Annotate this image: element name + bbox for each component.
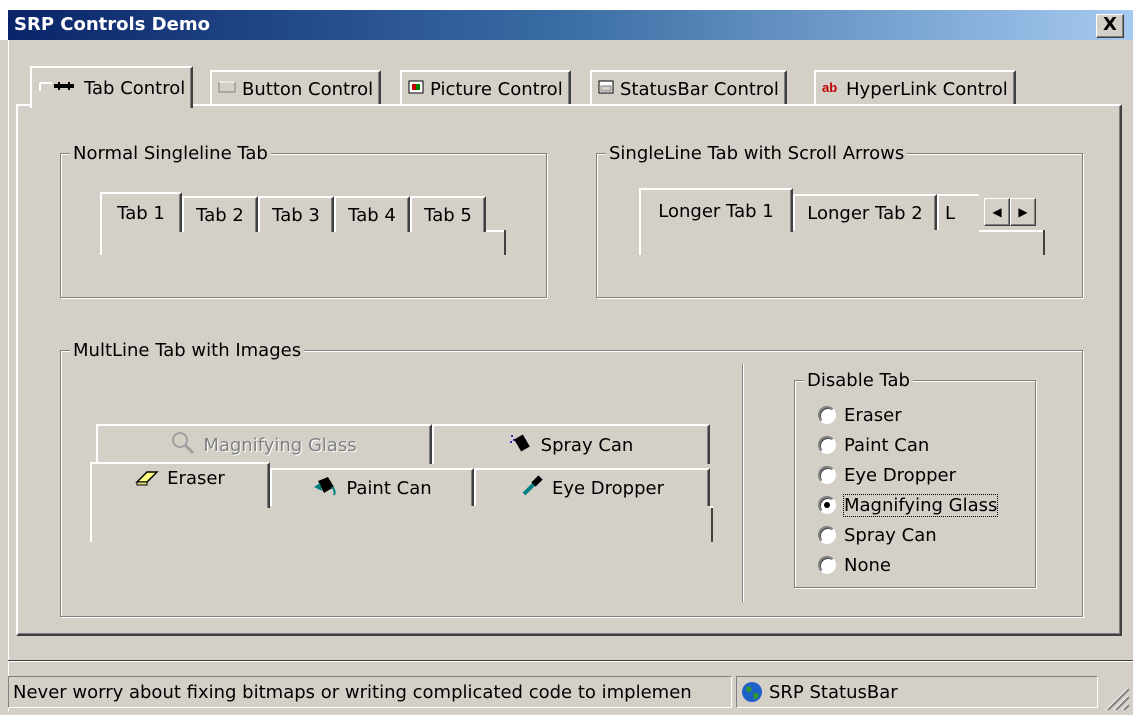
normal-tab-4[interactable]: Tab 4 [334,196,410,232]
statusbar-app-panel: SRP StatusBar [736,676,1098,708]
tab-label: Button Control [242,78,374,100]
svg-text:ab: ab [822,80,837,94]
tab-label: Tab 5 [424,204,472,226]
tab-label: Tab 4 [348,204,396,226]
tab-label: Eye Dropper [551,477,665,499]
tab-strip-line [486,230,504,232]
scroll-tab-3[interactable]: L [937,194,979,230]
magnifying-glass-icon [171,431,195,460]
tab-tab-control[interactable]: Tab Control [30,66,194,108]
tab-label: HyperLink Control [846,78,1008,100]
radio-label: None [844,554,891,576]
normal-tab-2[interactable]: Tab 2 [182,196,258,232]
normal-singleline-group-label: Normal Singleline Tab [70,144,271,164]
paint-can-icon [312,475,338,502]
tab-statusbar-control[interactable]: StatusBar Control [590,70,787,106]
tab-button-control[interactable]: Button Control [210,70,382,106]
close-button[interactable]: X [1096,14,1124,38]
scroll-right-button[interactable]: ▶ [1010,198,1036,226]
radio-indicator[interactable] [818,496,836,514]
arrow-left-icon: ◀ [992,205,1002,219]
radio-magnifying-glass[interactable]: Magnifying Glass [818,492,999,518]
normal-tab-page [100,230,506,255]
window-title: SRP Controls Demo [14,14,210,35]
resize-grip-icon[interactable] [1102,684,1130,712]
tab-label: Eraser [167,468,225,489]
tab-label: StatusBar Control [620,78,779,100]
separator [8,660,1133,662]
tab-icon [38,79,78,97]
scroll-left-button[interactable]: ◀ [984,198,1010,226]
button-icon [218,81,236,97]
radio-label: Eraser [844,404,902,426]
radio-indicator[interactable] [818,466,836,484]
radio-label: Eye Dropper [844,464,957,486]
eye-dropper-icon [520,474,544,503]
multi-tab-magnifying-glass: Magnifying Glass [96,424,432,464]
normal-tab-1[interactable]: Tab 1 [100,192,182,232]
multi-tab-spray-can[interactable]: Spray Can [432,424,710,464]
tab-label: Tab 3 [272,204,320,226]
tab-strip-line [979,230,1043,232]
vertical-divider [742,364,744,602]
arrow-right-icon: ▶ [1018,205,1028,219]
tab-label: Longer Tab 2 [807,202,923,224]
spray-can-icon [509,432,533,459]
scroll-tab-2[interactable]: Longer Tab 2 [793,194,937,230]
radio-indicator[interactable] [818,436,836,454]
tab-label: Spray Can [540,434,634,456]
disable-tab-group-label: Disable Tab [804,371,913,391]
radio-indicator[interactable] [818,556,836,574]
radio-eraser[interactable]: Eraser [818,402,902,428]
eraser-icon [135,468,159,493]
statusbar-icon [598,80,614,98]
radio-label: Spray Can [844,524,937,546]
multi-tab-page [90,506,713,542]
hyperlink-icon: ab [822,80,840,98]
tab-hyperlink-control[interactable]: ab HyperLink Control [814,70,1016,106]
tab-label: Magnifying Glass [203,434,357,456]
radio-paint-can[interactable]: Paint Can [818,432,929,458]
radio-label: Paint Can [844,434,930,456]
tab-label: Picture Control [430,78,563,100]
scroll-tab-1[interactable]: Longer Tab 1 [639,188,793,232]
normal-tab-3[interactable]: Tab 3 [258,196,334,232]
picture-icon [408,80,424,98]
tab-label: L [945,202,956,224]
statusbar-app-label: SRP StatusBar [769,681,898,703]
tab-picture-control[interactable]: Picture Control [400,70,571,106]
radio-label: Magnifying Glass [842,493,999,517]
statusbar-message: Never worry about fixing bitmaps or writ… [13,681,692,703]
multi-tab-paint-can[interactable]: Paint Can [270,468,474,506]
title-bar[interactable]: SRP Controls Demo X [0,0,1133,40]
radio-indicator[interactable] [818,406,836,424]
tab-label: Paint Can [346,477,432,499]
radio-none[interactable]: None [818,552,891,578]
multi-tab-eye-dropper[interactable]: Eye Dropper [474,468,710,506]
multiline-tab-group-label: MultLine Tab with Images [70,341,305,361]
tab-label: Tab Control [84,77,186,99]
tab-label: Tab 1 [117,202,165,224]
scroll-tab-group-label: SingleLine Tab with Scroll Arrows [606,144,908,164]
tab-label: Tab 2 [196,204,244,226]
radio-eye-dropper[interactable]: Eye Dropper [818,462,956,488]
close-icon: X [1103,14,1117,35]
radio-indicator[interactable] [818,526,836,544]
multi-tab-eraser[interactable]: Eraser [90,462,270,508]
tab-strip-line [710,506,713,508]
scroll-tab-page [639,230,1045,255]
statusbar-message-panel: Never worry about fixing bitmaps or writ… [8,676,732,708]
tab-label: Longer Tab 1 [658,200,774,222]
globe-icon [741,681,763,703]
normal-tab-5[interactable]: Tab 5 [410,196,486,232]
radio-spray-can[interactable]: Spray Can [818,522,937,548]
